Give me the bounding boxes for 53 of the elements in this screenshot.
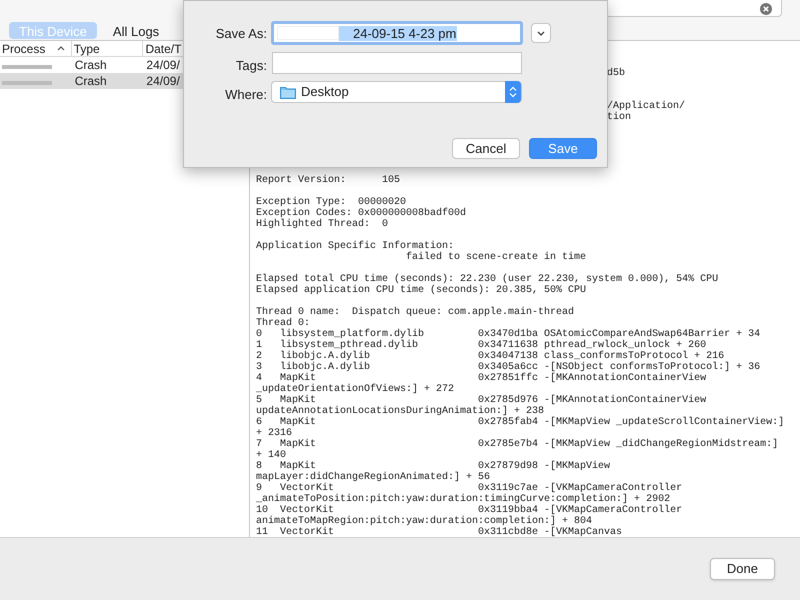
log-line: failed to scene-create in time [405, 252, 588, 263]
column-header[interactable]: Process [0, 41, 72, 56]
save-as-field[interactable]: 24-09-15 4-23 pm [271, 21, 523, 45]
log-line: Elapsed application CPU time (seconds): 20.385, 50% CPU [256, 285, 588, 296]
cancel-button[interactable]: Cancel [452, 138, 520, 159]
log-line: mapLayer:didChangeRegionAnimated:] + 56 [256, 472, 492, 483]
done-button[interactable]: Done [710, 558, 775, 580]
log-line: 6 MapKit 0x2785fab4 -[MKMapView _updateScrollContainerView:] [256, 417, 786, 428]
log-line: updateAnnotationLocationsDuringAnimation:] + 238 [256, 406, 546, 417]
log-line: /Application/ [607, 101, 686, 112]
log-line: Exception Type: 00000020 [256, 197, 406, 208]
log-line: _updateOrientationOfViews:] + 272 [256, 384, 456, 395]
save-as-value: 24-09-15 4-23 pm [339, 26, 458, 40]
log-line: d5b [607, 68, 626, 79]
column-header[interactable]: Type [72, 41, 144, 56]
log-line: _animateToPosition:pitch:yaw:duration:timingCurve:completion:] + 2902 [256, 494, 670, 505]
log-tab[interactable]: All Logs [106, 22, 166, 39]
log-line: Exception Codes: 0x000000008badf00d [256, 208, 468, 219]
log-line: 4 MapKit 0x27851ffc -[MKAnnotationContainerView [256, 373, 708, 384]
log-line: 2 libobjc.A.dylib 0x34047138 class_conformsToProtocol + 216 [256, 351, 724, 362]
log-line: Elapsed total CPU time (seconds): 22.230 (user 22.230, system 0.000), 54% CPU [256, 274, 720, 285]
log-line: 9 VectorKit 0x3119c7ae -[VKMapCameraController [256, 483, 684, 494]
where-label: Where: [225, 87, 267, 102]
expand-button[interactable] [531, 23, 551, 43]
log-line: 10 VectorKit 0x3119bba4 -[VKMapCameraController [256, 505, 684, 516]
log-line: 0 libsystem_platform.dylib 0x3470d1ba OSAtomicCompareAndSwap64Barrier + 34 [256, 329, 762, 340]
table-cell: 24/09/ [146, 58, 180, 72]
log-line: 5 MapKit 0x2785d976 -[MKAnnotationContainerView [256, 395, 708, 406]
sort-ascending-icon [56, 46, 65, 51]
log-line: 8 MapKit 0x27879d98 -[MKMapView [256, 461, 612, 472]
log-line: Report Version: 105 [256, 175, 402, 186]
tags-field[interactable] [272, 52, 522, 74]
log-line: Highlighted Thread: 0 [256, 219, 390, 230]
chevron-down-icon [537, 30, 545, 36]
log-line: 11 VectorKit 0x311cbd8e -[VKMapCanvas [256, 527, 624, 537]
log-line: + 2316 [256, 428, 292, 439]
table-cell: 24/09/ [146, 74, 180, 88]
log-line: Thread 0 name: Dispatch queue: com.apple.main-thread [256, 307, 576, 318]
log-line: + 140 [256, 450, 286, 461]
log-line: Thread 0: [256, 318, 310, 329]
log-line: 1 libsystem_pthread.dylib 0x34711638 pthread_rwlock_unlock + 260 [256, 340, 708, 351]
log-line: 3 libobjc.A.dylib 0x3405a6cc -[NSObject conformsToProtocol:] + 36 [256, 362, 762, 373]
where-popup[interactable]: Desktop [271, 81, 522, 103]
table-cell: Crash [74, 74, 107, 88]
save-as-label: Save As: [216, 26, 267, 41]
folder-icon [280, 86, 296, 98]
table-cell: Crash [74, 58, 107, 72]
log-line: tion [607, 112, 632, 123]
log-line: Application Specific Information: [256, 241, 456, 252]
log-line: 7 MapKit 0x2785e7b4 -[MKMapView _didChangeRegionMidstream:] [256, 439, 780, 450]
stepper-icon [505, 81, 521, 103]
log-line: animateToMapRegion:pitch:yaw:duration:completion:] + 804 [256, 516, 592, 527]
clear-icon[interactable] [760, 3, 772, 15]
